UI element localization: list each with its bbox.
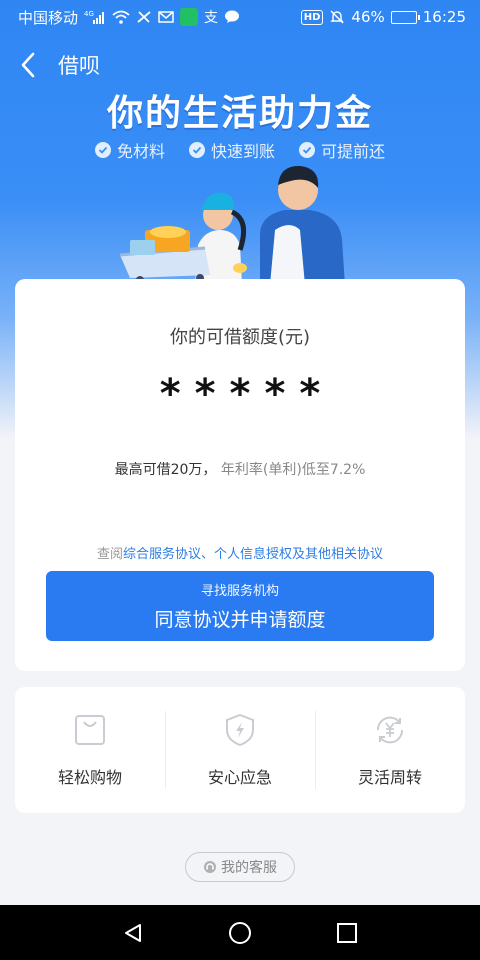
clock: 16:25	[422, 8, 466, 26]
feature-easy-shopping[interactable]: 轻松购物	[15, 687, 165, 813]
shopping-people-illustration	[119, 165, 345, 285]
agree-and-apply-button[interactable]: 寻找服务机构 同意协议并申请额度	[46, 571, 434, 641]
customer-service-button[interactable]: 我的客服	[185, 852, 295, 882]
notification-muted-icon	[136, 10, 152, 24]
system-recents-button[interactable]	[327, 913, 367, 953]
battery-icon	[390, 10, 420, 24]
yuan-cycle-icon	[376, 716, 404, 744]
features-card: 轻松购物 安心应急 灵活周转	[15, 687, 465, 813]
hero-feature-label: 快速到账	[210, 142, 275, 161]
customer-service-label: 我的客服	[221, 860, 277, 876]
check-circle-icon	[188, 142, 205, 158]
carrier-name: 中国移动	[18, 8, 79, 27]
triangle-back-icon	[125, 923, 142, 942]
agreement-link[interactable]: 综合服务协议、个人信息授权及其他相关协议	[123, 547, 383, 562]
square-recents-icon	[336, 922, 357, 943]
svg-text:4G: 4G	[84, 10, 94, 18]
shopping-bag-icon	[75, 715, 105, 745]
feature-emergency[interactable]: 安心应急	[165, 687, 315, 813]
limit-label: 你的可借额度(元)	[169, 327, 311, 348]
status-bar-right: HD 46% 16:25	[300, 8, 466, 26]
nav-bar: 借呗	[0, 40, 480, 90]
shield-lightning-icon	[226, 713, 254, 747]
credit-limit-card: 你的可借额度(元) ***** 最高可借20万， 年利率(单利)低至7.2% 查…	[15, 279, 465, 671]
interest-rate-text: 年利率(单利)低至7.2%	[220, 462, 366, 478]
hero-feature-label: 可提前还	[321, 142, 386, 161]
headset-icon	[204, 861, 216, 873]
bell-muted-icon	[329, 9, 345, 25]
agreement-line: 查阅综合服务协议、个人信息授权及其他相关协议	[15, 543, 465, 562]
hero-title: 你的生活助力金	[106, 93, 373, 134]
circle-home-icon	[228, 921, 251, 944]
apply-button-subtitle: 寻找服务机构	[200, 584, 279, 599]
back-button[interactable]	[0, 40, 56, 90]
system-home-button[interactable]	[220, 913, 260, 953]
signal-icon: 4G	[84, 10, 106, 24]
feature-label: 灵活周转	[357, 768, 422, 787]
hero-features: 免材料 快速到账 可提前还	[0, 138, 480, 162]
rate-line: 最高可借20万， 年利率(单利)低至7.2%	[15, 459, 465, 479]
system-back-button[interactable]	[113, 913, 153, 953]
check-circle-icon	[299, 142, 315, 158]
agreement-prefix: 查阅	[96, 547, 123, 562]
hero-feature-2: 快速到账	[188, 138, 275, 162]
system-navigation-bar	[0, 905, 480, 960]
page-title: 借呗	[58, 54, 100, 78]
feature-label: 轻松购物	[57, 768, 122, 787]
hero-feature-label: 免材料	[116, 142, 165, 161]
feature-label: 安心应急	[207, 768, 272, 787]
battery-percent: 46%	[351, 8, 385, 26]
wifi-icon	[112, 10, 130, 24]
status-bar: 中国移动 4G 支 HD 46% 16:25	[0, 0, 480, 34]
chat-bubble-icon	[224, 10, 240, 24]
apply-button-label: 同意协议并申请额度	[154, 609, 326, 631]
app-notification-icon	[180, 8, 199, 26]
check-circle-icon	[94, 142, 111, 158]
mail-icon	[158, 11, 174, 23]
limit-value-masked: *****	[159, 371, 335, 417]
max-loan-text: 最高可借20万，	[114, 462, 217, 478]
feature-flexible-turnover[interactable]: 灵活周转	[315, 687, 465, 813]
alipay-icon: 支	[204, 10, 219, 26]
hd-badge: HD	[300, 9, 324, 25]
hero-feature-1: 免材料	[94, 138, 165, 162]
hero-feature-3: 可提前还	[299, 138, 385, 162]
status-bar-left: 中国移动 4G 支	[18, 7, 240, 28]
chevron-left-icon	[21, 52, 35, 78]
